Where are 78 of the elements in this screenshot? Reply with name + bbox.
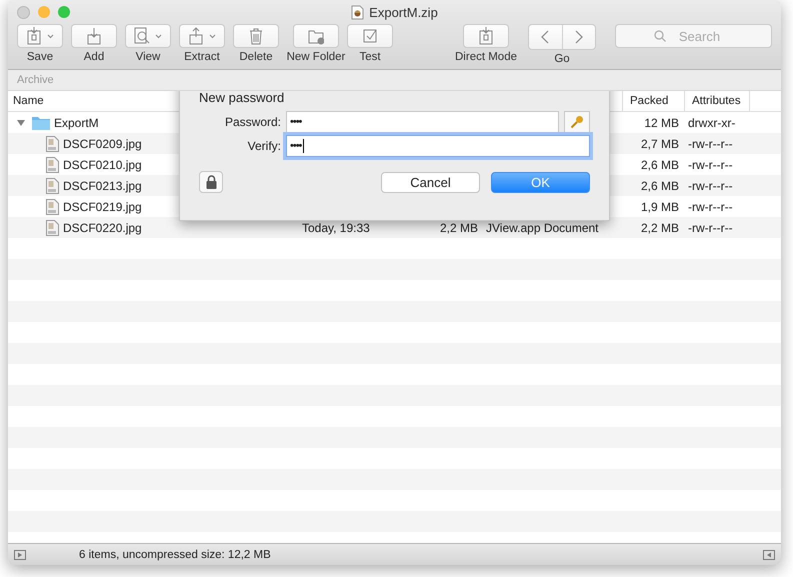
- file-name: ExportM: [54, 116, 99, 130]
- file-attributes: -rw-r--r--: [688, 178, 733, 192]
- file-attributes: -rw-r--r--: [688, 158, 733, 172]
- chevron-left-icon: [541, 30, 550, 44]
- new-folder-button[interactable]: [293, 24, 339, 48]
- image-file-icon: [46, 198, 59, 214]
- toolbar-label: View: [136, 51, 160, 63]
- key-icon: [570, 115, 584, 129]
- file-attributes: -rw-r--r--: [688, 220, 733, 234]
- toolbar-label: Go: [554, 53, 570, 65]
- packed-size: 12 MB: [644, 116, 679, 130]
- file-name: DSCF0213.jpg: [63, 178, 142, 192]
- field-label: Verify:: [246, 139, 282, 153]
- toolbar-label: New Folder: [286, 51, 346, 63]
- file-name: DSCF0219.jpg: [63, 200, 142, 214]
- disclosure-triangle-icon[interactable]: [16, 118, 26, 128]
- column-header[interactable]: Attributes: [684, 91, 750, 111]
- toolbar-label: Add: [84, 51, 104, 63]
- image-file-icon: [46, 178, 59, 194]
- cancel-button[interactable]: Cancel: [381, 172, 480, 192]
- archive-button[interactable]: [463, 24, 509, 48]
- toolbar-label: Extract: [184, 51, 220, 63]
- file-attributes: -rw-r--r--: [688, 200, 733, 214]
- dialog-title: New password: [199, 91, 286, 105]
- play-icon: [14, 550, 26, 560]
- archive-icon: [478, 27, 494, 45]
- toggle-button[interactable]: [763, 550, 775, 560]
- image-file-icon: [46, 220, 59, 236]
- toolbar-label: Direct Mode: [455, 51, 517, 63]
- file-name: DSCF0220.jpg: [63, 220, 142, 234]
- image-file-icon: [46, 136, 59, 152]
- lock-icon: [206, 175, 216, 189]
- folder-icon: [32, 116, 50, 130]
- window-title: ExportM.zip: [369, 4, 438, 20]
- caret-icon: [47, 34, 54, 38]
- trash-icon: [248, 27, 264, 45]
- checkbox-button[interactable]: [347, 24, 393, 48]
- add-icon: [86, 27, 102, 45]
- path-label: Archive: [17, 74, 54, 86]
- packed-size: 2,6 MB: [640, 158, 679, 172]
- password-field[interactable]: ••••: [286, 111, 559, 133]
- password-field[interactable]: ••••: [286, 135, 590, 157]
- archive-icon: [26, 27, 42, 45]
- file-attributes: drwxr-xr-: [688, 116, 736, 130]
- lock-button[interactable]: [199, 171, 223, 193]
- search-field[interactable]: Search: [615, 24, 772, 48]
- archive-button[interactable]: [17, 24, 63, 48]
- packed-size: 1,9 MB: [640, 200, 679, 214]
- caret-icon: [155, 34, 162, 38]
- packed-size: 2,2 MB: [640, 220, 679, 234]
- toolbar-label: Test: [359, 51, 381, 63]
- status-text: 6 items, uncompressed size: 12,2 MB: [79, 548, 271, 560]
- chevron-right-icon: [574, 30, 583, 44]
- file-name: DSCF0209.jpg: [63, 136, 142, 150]
- file-size: 2,2 MB: [440, 220, 478, 234]
- zoom-button[interactable]: [58, 6, 70, 18]
- packed-size: 2,7 MB: [640, 136, 679, 150]
- toolbar-label: Save: [26, 51, 54, 63]
- file-name: DSCF0210.jpg: [63, 158, 142, 172]
- packed-size: 2,6 MB: [640, 178, 679, 192]
- toggle-button[interactable]: [14, 550, 26, 560]
- toolbar-label: Delete: [239, 51, 273, 63]
- field-label: Password:: [224, 115, 282, 129]
- extract-icon: [188, 27, 204, 45]
- modified-date: Today, 19:33: [302, 220, 370, 234]
- checkbox-icon: [362, 27, 378, 45]
- archive-file-icon: [351, 4, 364, 20]
- trash-button[interactable]: [233, 24, 279, 48]
- image-file-icon: [46, 156, 59, 172]
- document-type: JView.app Document: [486, 220, 599, 234]
- caret-icon: [209, 34, 216, 38]
- add-button[interactable]: [71, 24, 117, 48]
- column-header[interactable]: Packed: [622, 91, 684, 111]
- magnifier-button[interactable]: [125, 24, 171, 48]
- file-attributes: -rw-r--r--: [688, 136, 733, 150]
- magnifier-icon: [134, 27, 150, 45]
- extract-button[interactable]: [179, 24, 225, 48]
- key-button[interactable]: [564, 111, 590, 133]
